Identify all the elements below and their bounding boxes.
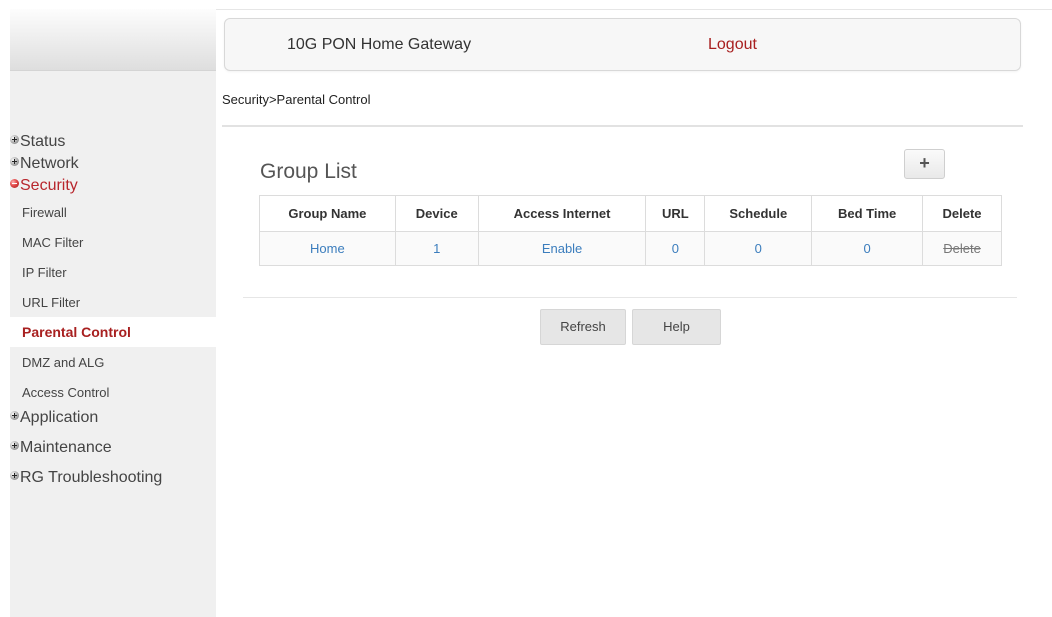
access-internet-link[interactable]: Enable xyxy=(477,231,647,266)
sidebar-nav: Status Network Security Firewall MAC Fil… xyxy=(10,131,216,489)
group-name-link[interactable]: Home xyxy=(259,231,396,266)
refresh-button[interactable]: Refresh xyxy=(540,309,626,345)
sidebar-item-label: Network xyxy=(20,155,79,172)
device-count-link[interactable]: 1 xyxy=(394,231,479,266)
sidebar-subitem-firewall[interactable]: Firewall xyxy=(10,197,216,227)
column-header: Device xyxy=(394,195,479,232)
column-header: Bed Time xyxy=(811,195,924,232)
expand-icon xyxy=(10,410,19,420)
sidebar-item-maintenance[interactable]: Maintenance xyxy=(10,437,216,459)
breadcrumb: Security>Parental Control xyxy=(222,92,371,107)
group-table: Group Name Device Access Internet URL Sc… xyxy=(259,195,1002,266)
sidebar-item-network[interactable]: Network xyxy=(10,153,216,175)
add-group-button[interactable]: + xyxy=(904,149,945,179)
column-header: Delete xyxy=(922,195,1002,232)
header-bar: 10G PON Home Gateway Logout xyxy=(224,18,1021,71)
expand-icon xyxy=(10,156,19,166)
sidebar-subitem-url-filter[interactable]: URL Filter xyxy=(10,287,216,317)
sidebar-item-status[interactable]: Status xyxy=(10,131,216,153)
sidebar-subitem-parental-control[interactable]: Parental Control xyxy=(10,317,216,347)
sidebar: Status Network Security Firewall MAC Fil… xyxy=(10,9,216,617)
delete-link[interactable]: Delete xyxy=(922,231,1002,266)
column-header: URL xyxy=(645,195,706,232)
divider xyxy=(243,297,1017,298)
column-header: Schedule xyxy=(704,195,813,232)
sidebar-item-label: Application xyxy=(20,409,99,426)
table-row: Home 1 Enable 0 0 0 Delete xyxy=(259,231,1002,266)
sidebar-subitem-mac-filter[interactable]: MAC Filter xyxy=(10,227,216,257)
sidebar-subitem-dmz-alg[interactable]: DMZ and ALG xyxy=(10,347,216,377)
sidebar-item-rg-troubleshooting[interactable]: RG Troubleshooting xyxy=(10,467,216,489)
schedule-count-link[interactable]: 0 xyxy=(704,231,813,266)
sidebar-subitem-ip-filter[interactable]: IP Filter xyxy=(10,257,216,287)
bed-time-count-link[interactable]: 0 xyxy=(811,231,924,266)
help-button[interactable]: Help xyxy=(632,309,721,345)
table-header-row: Group Name Device Access Internet URL Sc… xyxy=(259,195,1002,232)
url-count-link[interactable]: 0 xyxy=(645,231,706,266)
expand-icon xyxy=(10,134,19,144)
divider xyxy=(222,125,1023,127)
sidebar-header xyxy=(10,9,216,71)
sidebar-item-label: Status xyxy=(20,133,66,150)
column-header: Access Internet xyxy=(477,195,647,232)
sidebar-item-label: Security xyxy=(20,177,78,194)
sidebar-subitem-access-control[interactable]: Access Control xyxy=(10,377,216,407)
collapse-icon xyxy=(10,178,19,188)
sidebar-item-application[interactable]: Application xyxy=(10,407,216,429)
expand-icon xyxy=(10,440,19,450)
sidebar-item-label: RG Troubleshooting xyxy=(20,469,163,486)
column-header: Group Name xyxy=(259,195,396,232)
group-list-title: Group List xyxy=(260,160,357,183)
sidebar-item-security[interactable]: Security xyxy=(10,175,216,197)
logout-link[interactable]: Logout xyxy=(708,36,757,54)
expand-icon xyxy=(10,470,19,480)
app-title: 10G PON Home Gateway xyxy=(287,36,472,53)
sidebar-item-label: Maintenance xyxy=(20,439,112,456)
